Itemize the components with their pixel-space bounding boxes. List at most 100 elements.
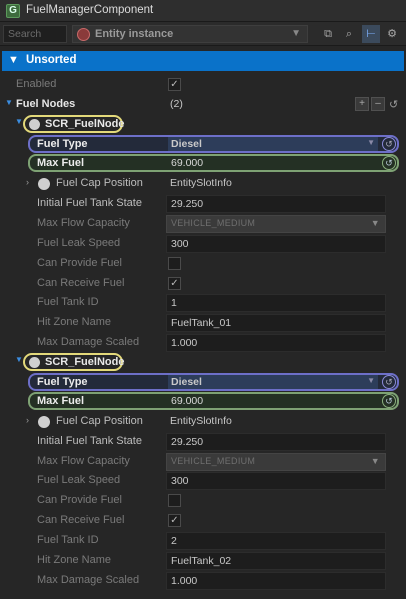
tank-id-input[interactable]: 2 xyxy=(166,532,386,550)
expand-arrow-icon[interactable]: ▼ xyxy=(5,98,13,107)
tank-id-input[interactable]: 1 xyxy=(166,294,386,312)
entity-label: Entity instance xyxy=(95,28,174,40)
property-label: Max Flow Capacity xyxy=(37,455,130,467)
node-name: SCR_FuelNode xyxy=(45,356,125,368)
expand-arrow-icon[interactable]: › xyxy=(26,177,29,187)
property-row-tank-id: Fuel Tank ID 2 xyxy=(0,531,406,551)
initial-fuel-input[interactable]: 29.250 xyxy=(166,433,386,451)
reset-icon[interactable]: ↺ xyxy=(389,98,398,111)
window-title: FuelManagerComponent xyxy=(26,4,154,16)
hierarchy-icon[interactable]: ⊢ xyxy=(362,25,380,43)
property-label: Initial Fuel Tank State xyxy=(37,197,142,209)
property-row-leak-speed: Fuel Leak Speed 300 xyxy=(0,471,406,491)
fuel-type-select[interactable]: Diesel xyxy=(168,375,378,389)
property-row-leak-speed: Fuel Leak Speed 300 xyxy=(0,234,406,254)
property-row-max-damage: Max Damage Scaled 1.000 xyxy=(0,333,406,353)
enabled-checkbox[interactable]: ✓ xyxy=(168,78,181,91)
property-row-fuel-type: Fuel Type Diesel ▼ ↺ xyxy=(28,373,399,391)
property-row-max-fuel: Max Fuel 69.000 ↺ xyxy=(28,392,399,410)
property-label: Can Receive Fuel xyxy=(37,277,125,289)
expand-arrow-icon[interactable]: › xyxy=(26,415,29,425)
add-element-button[interactable]: + xyxy=(355,97,369,111)
property-row-fuel-cap-position: › Fuel Cap Position EntitySlotInfo xyxy=(0,174,406,194)
search-icon[interactable]: ⌕ xyxy=(340,25,358,43)
max-flow-select[interactable]: VEHICLE_MEDIUM ▼ xyxy=(166,215,386,233)
max-fuel-input[interactable]: 69.000 xyxy=(168,156,378,170)
chevron-down-icon: ▼ xyxy=(8,54,19,66)
reset-icon[interactable]: ↺ xyxy=(382,375,396,389)
property-row-can-receive: Can Receive Fuel ✓ xyxy=(0,274,406,294)
reset-icon[interactable]: ↺ xyxy=(382,156,396,170)
expand-arrow-icon[interactable]: ▼ xyxy=(15,117,23,126)
property-label: Max Fuel xyxy=(37,395,85,407)
property-row-hit-zone: Hit Zone Name FuelTank_02 xyxy=(0,551,406,571)
expand-arrow-icon[interactable]: ▼ xyxy=(15,355,23,364)
object-icon xyxy=(38,416,50,428)
property-label: Can Receive Fuel xyxy=(37,514,125,526)
fuel-type-select[interactable]: Diesel xyxy=(168,137,378,151)
reset-icon[interactable]: ↺ xyxy=(382,137,396,151)
property-label: Can Provide Fuel xyxy=(37,494,122,506)
select-value: VEHICLE_MEDIUM xyxy=(171,218,256,228)
property-label: Fuel Type xyxy=(37,138,88,150)
entity-selector[interactable]: Entity instance ▼ xyxy=(72,25,308,43)
property-value: EntitySlotInfo xyxy=(170,415,232,427)
property-row-tank-id: Fuel Tank ID 1 xyxy=(0,293,406,313)
property-row-fuel-nodes: ▼ Fuel Nodes (2) + – ↺ xyxy=(0,95,406,115)
property-row-max-damage: Max Damage Scaled 1.000 xyxy=(0,571,406,591)
property-label: Fuel Leak Speed xyxy=(37,237,121,249)
fuel-node-header: ▼ SCR_FuelNode xyxy=(0,352,406,372)
property-label: Can Provide Fuel xyxy=(37,257,122,269)
window-title-bar: G FuelManagerComponent xyxy=(0,0,406,22)
fuel-node-title[interactable]: SCR_FuelNode xyxy=(23,115,125,133)
property-row-max-flow: Max Flow Capacity VEHICLE_MEDIUM ▼ xyxy=(0,452,406,472)
select-value: VEHICLE_MEDIUM xyxy=(171,456,256,466)
fuel-node-title[interactable]: SCR_FuelNode xyxy=(23,353,125,371)
open-external-icon[interactable]: ⧉ xyxy=(319,25,337,43)
property-label: Max Fuel xyxy=(37,157,85,169)
property-label: Fuel Tank ID xyxy=(37,296,99,308)
property-label: Fuel Type xyxy=(37,376,88,388)
property-row-can-provide: Can Provide Fuel xyxy=(0,254,406,274)
toolbar: Search Entity instance ▼ ⧉ ⌕ ⊢ ⚙ xyxy=(0,22,406,46)
property-label: Fuel Tank ID xyxy=(37,534,99,546)
hit-zone-input[interactable]: FuelTank_02 xyxy=(166,552,386,570)
property-value: EntitySlotInfo xyxy=(170,177,232,189)
max-flow-select[interactable]: VEHICLE_MEDIUM ▼ xyxy=(166,453,386,471)
section-header-unsorted[interactable]: ▼ Unsorted xyxy=(2,51,404,71)
property-label: Max Flow Capacity xyxy=(37,217,130,229)
property-label: Fuel Nodes xyxy=(16,98,76,110)
leak-speed-input[interactable]: 300 xyxy=(166,472,386,490)
reset-icon[interactable]: ↺ xyxy=(382,394,396,408)
max-damage-input[interactable]: 1.000 xyxy=(166,572,386,590)
property-row-fuel-cap-position: › Fuel Cap Position EntitySlotInfo xyxy=(0,412,406,432)
leak-speed-input[interactable]: 300 xyxy=(166,235,386,253)
gear-icon[interactable]: ⚙ xyxy=(383,25,401,43)
can-provide-checkbox[interactable] xyxy=(168,257,181,270)
search-input[interactable]: Search xyxy=(3,25,67,43)
node-icon xyxy=(29,119,40,130)
max-fuel-input[interactable]: 69.000 xyxy=(168,394,378,408)
property-label: Fuel Cap Position xyxy=(56,415,143,427)
node-icon xyxy=(29,357,40,368)
property-row-can-provide: Can Provide Fuel xyxy=(0,491,406,511)
object-icon xyxy=(38,178,50,190)
can-provide-checkbox[interactable] xyxy=(168,494,181,507)
property-label: Fuel Cap Position xyxy=(56,177,143,189)
hit-zone-input[interactable]: FuelTank_01 xyxy=(166,314,386,332)
fuel-node-header: ▼ SCR_FuelNode xyxy=(0,114,406,134)
can-receive-checkbox[interactable]: ✓ xyxy=(168,277,181,290)
property-label: Enabled xyxy=(16,78,57,90)
remove-element-button[interactable]: – xyxy=(371,97,385,111)
entity-icon xyxy=(77,28,90,41)
max-damage-input[interactable]: 1.000 xyxy=(166,334,386,352)
chevron-down-icon: ▼ xyxy=(367,376,375,385)
initial-fuel-input[interactable]: 29.250 xyxy=(166,195,386,213)
node-name: SCR_FuelNode xyxy=(45,118,125,130)
property-label: Hit Zone Name xyxy=(37,316,111,328)
property-row-initial-fuel: Initial Fuel Tank State 29.250 xyxy=(0,194,406,214)
can-receive-checkbox[interactable]: ✓ xyxy=(168,514,181,527)
component-icon: G xyxy=(6,4,20,18)
chevron-down-icon: ▼ xyxy=(291,28,301,39)
property-label: Max Damage Scaled xyxy=(37,574,140,586)
